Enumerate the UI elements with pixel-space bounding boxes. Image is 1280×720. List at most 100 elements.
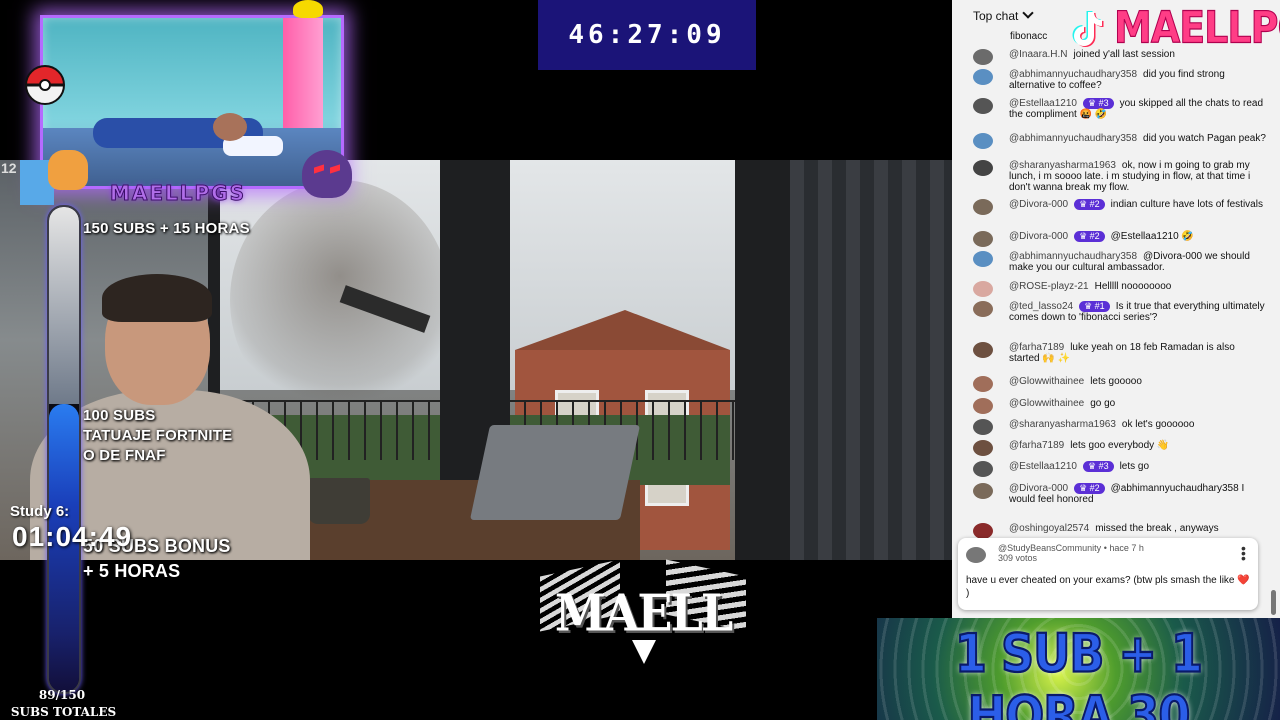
chat-message-body: @oshingoyal2574 missed the break , anyway…	[1009, 523, 1267, 534]
rank-badge-label: #1	[1094, 301, 1105, 311]
avatar	[973, 69, 993, 85]
chat-message-body: @Divora-000 ♛ #2 @abhimannyuchaudhary358 I…	[1009, 483, 1267, 505]
milestone-line: O DE FNAF	[83, 447, 166, 464]
chat-author[interactable]: @Divora-000	[1009, 483, 1068, 494]
chat-text: ok let's goooooo	[1121, 419, 1195, 430]
chat-message-body: @farha7189 lets goo everybody 👋	[1009, 440, 1267, 451]
window-frame	[735, 160, 795, 560]
avatar	[973, 483, 993, 499]
promo-text: 1 SUB + 1 HORA 30	[954, 621, 1204, 720]
stream-timer: 46:27:09	[538, 0, 756, 70]
study-session-label: Study 6:	[10, 503, 70, 520]
chat-author[interactable]: @Estellaa1210	[1009, 98, 1077, 109]
avatar	[973, 398, 993, 414]
milestone-line: + 5 HORAS	[83, 561, 181, 581]
rank-badge-label: #2	[1089, 199, 1100, 209]
avatar	[973, 98, 993, 114]
progress-count: 89/150	[38, 688, 86, 702]
chat-author[interactable]: @abhimannyuchaudhary358	[1009, 69, 1137, 80]
milestone-line: 100 SUBS	[83, 407, 156, 424]
chat-message-body: @Divora-000 ♛ #2 @Estellaa1210 🤣	[1009, 231, 1267, 242]
subs-progress-bar	[47, 205, 81, 694]
chat-message-body: @farha7189 luke yeah on 18 feb Ramadan is…	[1009, 342, 1267, 364]
chat-message-body: @abhimannyuchaudhary358 did you watch Pag…	[1009, 133, 1267, 144]
chat-author[interactable]: @Glowwithainee	[1009, 398, 1084, 409]
chat-mode-label: Top chat	[973, 9, 1019, 23]
rank-badge-label: #2	[1089, 483, 1100, 493]
avatar	[973, 342, 993, 358]
chat-author[interactable]: @Glowwithainee	[1009, 376, 1084, 387]
crown-icon: ♛	[1087, 461, 1099, 471]
chat-text: indian culture have lots of festivals	[1110, 199, 1263, 210]
chat-message-body: @ROSE-playz-21 Helllll noooooooo	[1009, 281, 1267, 292]
study-session-time: 01:04:49	[12, 521, 133, 552]
rank-badge: ♛ #2	[1074, 199, 1105, 210]
chat-message-body: @Estellaa1210 ♛ #3 lets go	[1009, 461, 1267, 472]
chat-author[interactable]: @Inaara.H.N	[1009, 49, 1068, 60]
chat-mode-dropdown[interactable]: Top chat	[973, 7, 1035, 23]
crown-icon: ♛	[1079, 231, 1090, 241]
fox-character-icon	[48, 150, 88, 190]
chevron-down-icon	[1022, 7, 1035, 19]
more-options-icon[interactable]: • • •	[1241, 541, 1246, 565]
chat-author[interactable]: @abhimannyuchaudhary358	[1009, 251, 1137, 262]
channel-logo: MAELL	[540, 559, 746, 666]
crown-icon: ♛	[1087, 98, 1099, 108]
crown-icon: ♛	[1079, 483, 1090, 493]
duck-icon	[293, 0, 323, 18]
poll-card[interactable]: @StudyBeansCommunity • hace 7 h 309 voto…	[958, 538, 1258, 610]
chat-message-body: @abhimannyuchaudhary358 @Divora-000 we sh…	[1009, 251, 1267, 273]
chat-author[interactable]: @Divora-000	[1009, 231, 1068, 242]
chat-text: did you watch Pagan peak?	[1143, 133, 1266, 144]
avatar	[973, 523, 993, 539]
rank-badge: ♛ #1	[1079, 301, 1110, 312]
chat-message-body: @sharanyasharma1963 ok, now i m going to …	[1009, 160, 1267, 193]
chat-text: lets go	[1119, 461, 1150, 472]
poll-author: @StudyBeansCommunity	[998, 543, 1102, 553]
chat-author[interactable]: @sharanyasharma1963	[1009, 419, 1116, 430]
laptop	[469, 425, 641, 520]
milestone-line: TATUAJE FORTNITE	[83, 427, 233, 444]
corner-number: 12	[1, 160, 17, 176]
rank-badge: ♛ #3	[1082, 461, 1114, 472]
sleeping-person-head	[213, 113, 247, 141]
avatar	[973, 251, 993, 267]
rank-badge-label: #3	[1098, 98, 1109, 108]
chat-author[interactable]: @ted_lasso24	[1009, 301, 1073, 312]
chat-text: Helllll noooooooo	[1094, 281, 1172, 292]
chat-message-body: @sharanyasharma1963 ok let's goooooo	[1009, 419, 1267, 430]
chat-text: lets gooooo	[1090, 376, 1142, 387]
gengar-icon	[302, 150, 352, 198]
chat-text: missed the break , anyways	[1095, 523, 1219, 534]
poll-meta: @StudyBeansCommunity • hace 7 h 309 voto…	[998, 543, 1144, 563]
rank-badge: ♛ #2	[1074, 483, 1105, 494]
milestone-line: 150 SUBS + 15 HORAS	[83, 220, 250, 237]
chat-author[interactable]: @farha7189	[1009, 342, 1064, 353]
chat-author[interactable]: @oshingoyal2574	[1009, 523, 1089, 534]
promo-banner: 1 SUB + 1 HORA 30	[877, 618, 1280, 720]
chat-author[interactable]: @sharanyasharma1963	[1009, 160, 1116, 171]
chat-author[interactable]: @Divora-000	[1009, 199, 1068, 210]
rank-badge-label: #3	[1098, 461, 1109, 471]
chat-author[interactable]: @ROSE-playz-21	[1009, 281, 1089, 292]
chat-text: lets goo everybody 👋	[1070, 440, 1170, 451]
avatar	[973, 199, 993, 215]
chat-author[interactable]: @abhimannyuchaudhary358	[1009, 133, 1137, 144]
avatar	[973, 440, 993, 456]
avatar	[973, 133, 993, 149]
chat-author[interactable]: @farha7189	[1009, 440, 1064, 451]
chat-author[interactable]: @Estellaa1210	[1009, 461, 1077, 472]
avatar	[973, 160, 993, 176]
logo-text: MAELL	[554, 583, 733, 643]
rank-badge-label: #2	[1089, 231, 1100, 241]
milestone-100: 100 SUBS TATUAJE FORTNITE O DE FNAF	[83, 406, 232, 466]
avatar	[973, 461, 993, 477]
chat-scrollbar[interactable]	[1271, 590, 1276, 615]
chat-message-body: @Glowwithainee lets gooooo	[1009, 376, 1267, 387]
progress-caption: SUBS TOTALES	[10, 705, 117, 719]
live-chat-panel[interactable]: Top chat fibonacc @Inaara.H.N joined y'al…	[952, 0, 1280, 618]
rank-badge: ♛ #2	[1074, 231, 1105, 242]
poll-time: hace 7 h	[1109, 543, 1144, 553]
rank-badge: ♛ #3	[1082, 98, 1114, 109]
curtain	[790, 160, 952, 560]
